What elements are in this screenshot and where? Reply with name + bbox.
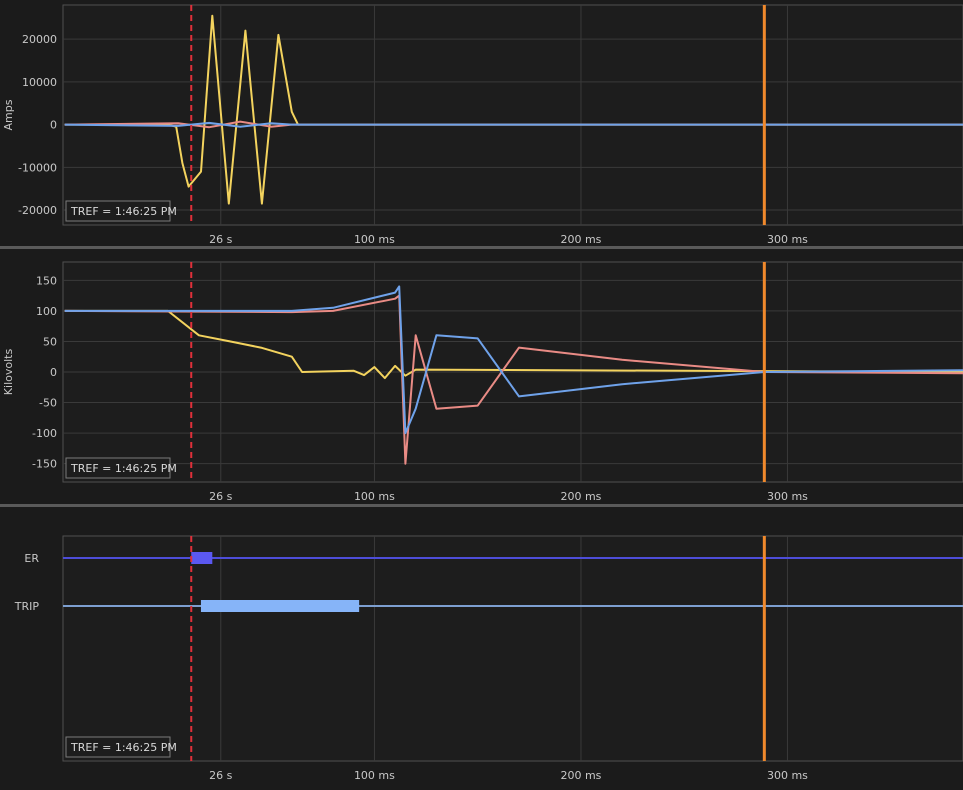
x-tick-label: 26 s <box>209 490 232 503</box>
y-tick-label: -150 <box>32 458 57 471</box>
tref-label: TREF = 1:46:25 PM <box>70 205 177 218</box>
y-tick-label: -100 <box>32 427 57 440</box>
digital-channel-label: ER <box>24 552 39 565</box>
x-tick-label: 26 s <box>209 233 232 246</box>
oscillography-chart: 26 s 100 ms 200 ms 300 ms 20000 10000 0 -10000 -… <box>0 0 963 786</box>
y-tick-label: -20000 <box>18 204 57 217</box>
y-tick-label: 100 <box>36 305 57 318</box>
x-tick-label: 200 ms <box>560 490 601 503</box>
x-tick-label: 300 ms <box>767 490 808 503</box>
y-tick-label: 10000 <box>22 76 57 89</box>
y-axis-label: Amps <box>2 99 15 130</box>
digital-on-bar <box>191 552 213 564</box>
digital-on-bar <box>200 600 360 612</box>
x-tick-label: 200 ms <box>560 233 601 246</box>
y-tick-label: 50 <box>43 335 57 348</box>
x-tick-label: 200 ms <box>560 769 601 782</box>
x-tick-label: 26 s <box>209 769 232 782</box>
digital-channel-label: TRIP <box>14 600 40 613</box>
x-tick-label: 100 ms <box>354 233 395 246</box>
x-tick-label: 100 ms <box>354 769 395 782</box>
y-tick-label: -50 <box>39 397 57 410</box>
x-tick-label: 300 ms <box>767 769 808 782</box>
y-tick-label: 0 <box>50 119 57 132</box>
y-tick-label: 20000 <box>22 33 57 46</box>
tref-label: TREF = 1:46:25 PM <box>70 741 177 754</box>
tref-label: TREF = 1:46:25 PM <box>70 462 177 475</box>
x-tick-label: 300 ms <box>767 233 808 246</box>
x-tick-label: 100 ms <box>354 490 395 503</box>
y-tick-label: -10000 <box>18 161 57 174</box>
y-tick-label: 0 <box>50 366 57 379</box>
y-axis-label: Kilovolts <box>2 349 15 396</box>
plot-area <box>62 535 963 762</box>
oscillography-viewer: 26 s 100 ms 200 ms 300 ms 20000 10000 0 -10000 -… <box>0 0 963 786</box>
panel-separator <box>0 246 963 249</box>
panel-separator <box>0 504 963 507</box>
y-tick-label: 150 <box>36 274 57 287</box>
plot-area <box>62 4 963 226</box>
